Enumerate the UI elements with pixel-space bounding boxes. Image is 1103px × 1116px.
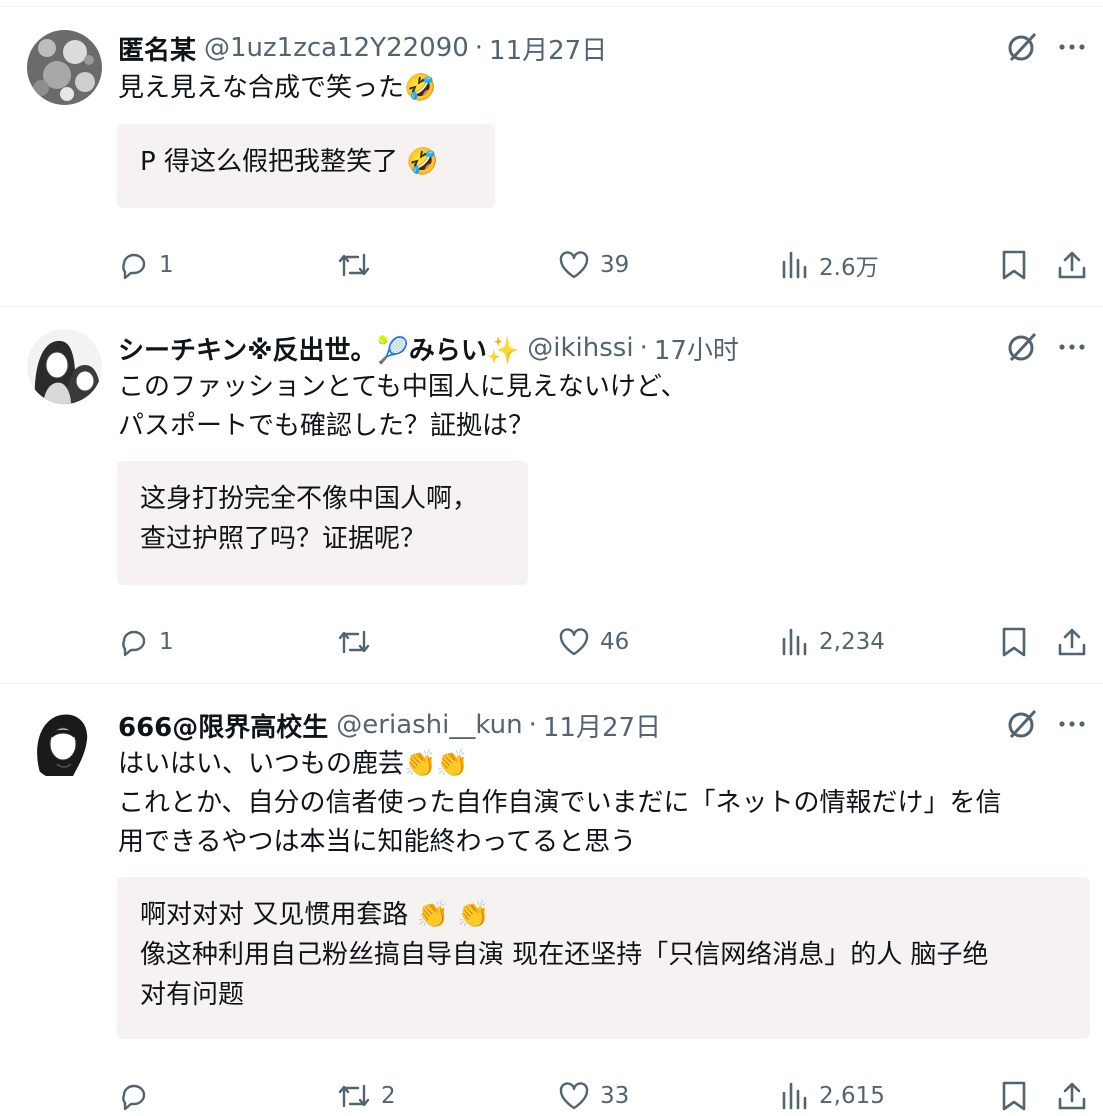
avatar[interactable] bbox=[27, 706, 102, 781]
avatar[interactable] bbox=[27, 329, 102, 404]
tweet-text-line: パスポートでも確認した？証拠は？ bbox=[118, 411, 535, 441]
tweet-text-line: 見え見えな合成で笑った🤣 bbox=[118, 73, 437, 103]
views-icon bbox=[782, 628, 807, 656]
grok-icon[interactable] bbox=[1004, 706, 1040, 742]
display-name[interactable]: シーチキン※反出世。🎾みらい✨ bbox=[118, 330, 519, 367]
display-name[interactable]: 匿名某 bbox=[118, 30, 196, 67]
repost-icon bbox=[338, 253, 370, 277]
tweet-text-line: このファッションとても中国人に見えないけど、 bbox=[118, 372, 687, 402]
share-button[interactable] bbox=[1055, 245, 1089, 285]
tweet-header: シーチキン※反出世。🎾みらい✨ @ikihssi · 17小时 bbox=[118, 328, 739, 368]
tweet-text-line: 用できるやつは本当に知能終わってると思う bbox=[118, 827, 637, 857]
translation-box: 啊对对对 又见惯用套路 👏 👏 像这种利用自己粉丝搞自导自演 现在还坚持「只信网… bbox=[117, 877, 1090, 1039]
like-button[interactable]: 39 bbox=[557, 245, 629, 285]
tweet-2[interactable]: シーチキン※反出世。🎾みらい✨ @ikihssi · 17小时 このファッション… bbox=[0, 307, 1103, 684]
tweet-text: このファッションとても中国人に見えないけど、 パスポートでも確認した？証拠は？ bbox=[118, 368, 687, 446]
more-icon[interactable] bbox=[1055, 329, 1091, 365]
user-handle[interactable]: @ikihssi bbox=[527, 333, 633, 363]
like-button[interactable]: 33 bbox=[557, 1076, 629, 1116]
user-handle[interactable]: @1uz1zca12Y22090 bbox=[204, 33, 469, 63]
avatar[interactable] bbox=[27, 30, 102, 105]
repost-icon bbox=[338, 1084, 370, 1108]
separator-dot: · bbox=[639, 333, 648, 363]
translation-box: 这身打扮完全不像中国人啊， 查过护照了吗？证据呢？ bbox=[117, 461, 528, 585]
heart-icon bbox=[559, 251, 589, 279]
repost-icon bbox=[338, 630, 370, 654]
heart-icon bbox=[559, 1082, 589, 1110]
grok-icon[interactable] bbox=[1004, 329, 1040, 365]
views-count: 2.6万 bbox=[819, 255, 879, 281]
translation-line: 像这种利用自己粉丝搞自导自演 现在还坚持「只信网络消息」的人 脑子绝 bbox=[140, 940, 989, 970]
reply-button[interactable] bbox=[118, 1076, 159, 1116]
bookmark-button[interactable] bbox=[999, 622, 1029, 662]
bookmark-button[interactable] bbox=[999, 1076, 1029, 1116]
tweet-header: 匿名某 @1uz1zca12Y22090 · 11月27日 bbox=[118, 28, 607, 68]
translation-line: P 得这么假把我整笑了 🤣 bbox=[140, 147, 439, 177]
translation-line: 查过护照了吗？证据呢？ bbox=[140, 524, 427, 554]
action-bar: 1 39 2.6万 bbox=[0, 245, 1103, 285]
action-bar: 2 33 2,615 bbox=[0, 1076, 1103, 1116]
tweet-text-line: これとか、自分の信者使った自作自演でいまだに「ネットの情報だけ」を信 bbox=[118, 788, 1002, 818]
bookmark-button[interactable] bbox=[999, 245, 1029, 285]
like-button[interactable]: 46 bbox=[557, 622, 629, 662]
translation-box: P 得这么假把我整笑了 🤣 bbox=[117, 124, 495, 208]
views-icon bbox=[782, 251, 807, 279]
views-button[interactable]: 2.6万 bbox=[780, 245, 879, 285]
reply-button[interactable]: 1 bbox=[118, 245, 174, 285]
separator-dot: · bbox=[474, 33, 484, 63]
translation-line: 啊对对对 又见惯用套路 👏 👏 bbox=[140, 900, 490, 930]
reply-icon bbox=[122, 630, 146, 657]
user-handle[interactable]: @eriashi__kun bbox=[336, 710, 522, 740]
translation-line: 这身打扮完全不像中国人啊， bbox=[140, 484, 479, 514]
timestamp[interactable]: 11月27日 bbox=[489, 30, 607, 67]
share-button[interactable] bbox=[1055, 622, 1089, 662]
like-count: 46 bbox=[600, 629, 630, 655]
timestamp[interactable]: 11月27日 bbox=[543, 707, 661, 744]
tweet-1[interactable]: 匿名某 @1uz1zca12Y22090 · 11月27日 見え見えな合成で笑っ… bbox=[0, 7, 1103, 307]
repost-button[interactable] bbox=[336, 245, 381, 285]
repost-button[interactable]: 2 bbox=[336, 1076, 396, 1116]
bookmark-icon bbox=[1002, 1081, 1026, 1111]
action-bar: 1 46 2,234 bbox=[0, 622, 1103, 662]
reply-button[interactable]: 1 bbox=[118, 622, 174, 662]
tweet-text-line: はいはい、いつもの鹿芸👏👏 bbox=[118, 749, 469, 779]
share-icon bbox=[1058, 251, 1086, 279]
more-icon[interactable] bbox=[1055, 29, 1091, 65]
tweet-3[interactable]: 666@限界高校生 @eriashi__kun · 11月27日 はいはい、いつ… bbox=[0, 684, 1103, 1111]
views-icon bbox=[782, 1082, 807, 1110]
share-icon bbox=[1058, 1082, 1086, 1110]
tweet-header: 666@限界高校生 @eriashi__kun · 11月27日 bbox=[118, 705, 661, 745]
bookmark-icon bbox=[1002, 250, 1026, 280]
tweet-text: 見え見えな合成で笑った🤣 bbox=[118, 69, 436, 108]
like-count: 33 bbox=[600, 1083, 630, 1109]
repost-button[interactable] bbox=[336, 622, 381, 662]
grok-icon[interactable] bbox=[1004, 29, 1040, 65]
views-button[interactable]: 2,615 bbox=[780, 1076, 885, 1116]
separator-dot: · bbox=[528, 710, 537, 740]
tweet-text: はいはい、いつもの鹿芸👏👏 これとか、自分の信者使った自作自演でいまだに「ネット… bbox=[118, 745, 1001, 862]
views-count: 2,615 bbox=[819, 1083, 885, 1109]
views-count: 2,234 bbox=[819, 629, 885, 655]
reply-count: 1 bbox=[159, 252, 174, 278]
share-icon bbox=[1058, 628, 1086, 656]
repost-count: 2 bbox=[381, 1083, 396, 1109]
display-name[interactable]: 666@限界高校生 bbox=[118, 707, 328, 744]
timestamp[interactable]: 17小时 bbox=[654, 330, 739, 367]
heart-icon bbox=[559, 628, 589, 656]
reply-icon bbox=[122, 253, 146, 280]
reply-icon bbox=[122, 1084, 146, 1111]
views-button[interactable]: 2,234 bbox=[780, 622, 885, 662]
more-icon[interactable] bbox=[1055, 706, 1091, 742]
reply-count: 1 bbox=[159, 629, 174, 655]
like-count: 39 bbox=[600, 252, 630, 278]
translation-line: 对有问题 bbox=[140, 980, 245, 1010]
share-button[interactable] bbox=[1055, 1076, 1089, 1116]
bookmark-icon bbox=[1002, 627, 1026, 657]
